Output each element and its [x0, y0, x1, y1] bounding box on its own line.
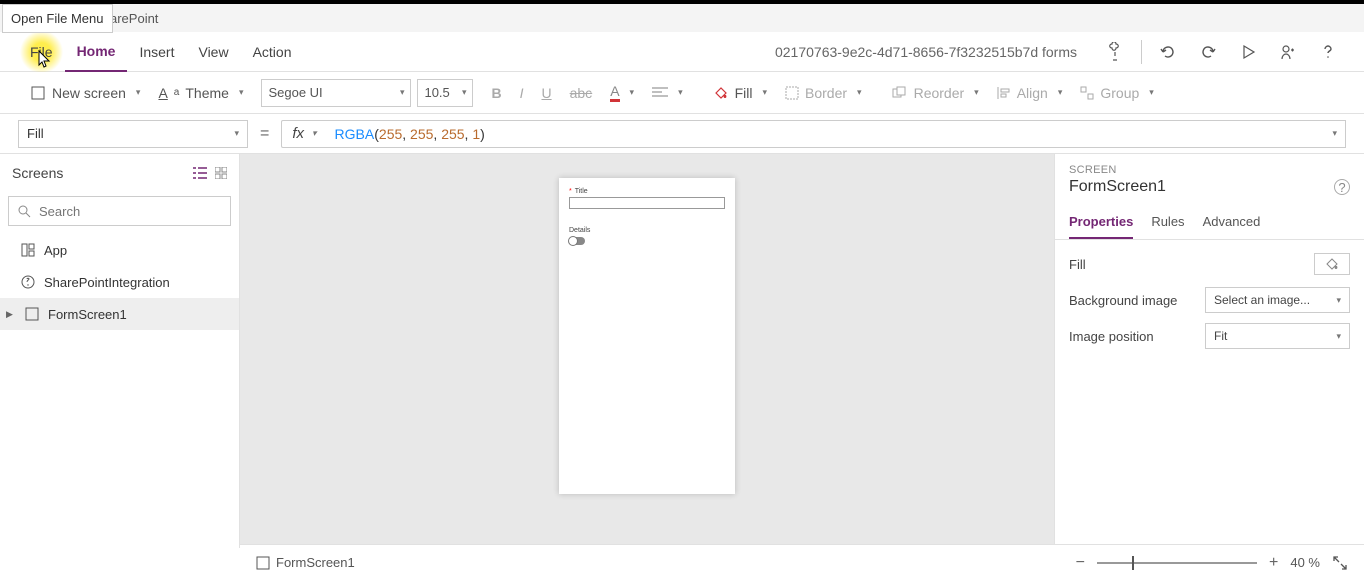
bgimage-select[interactable]: Select an image...▾ — [1205, 287, 1350, 313]
breadcrumb[interactable]: FormScreen1 — [256, 555, 355, 570]
titlebar: arePoint — [0, 4, 1364, 32]
formula-input[interactable]: RGBA(255, 255, 255, 1) ▾ — [327, 120, 1346, 148]
field-title-label: Title — [575, 188, 588, 195]
list-view-icon[interactable] — [193, 167, 207, 179]
screens-title: Screens — [12, 165, 63, 181]
zoom-out-button[interactable]: − — [1076, 554, 1085, 572]
search-input[interactable] — [8, 196, 231, 226]
equals-label: = — [260, 125, 269, 143]
panel-help-icon[interactable]: ? — [1334, 179, 1350, 195]
screen-icon — [24, 307, 40, 321]
menu-insert[interactable]: Insert — [127, 32, 186, 72]
app-icon — [20, 243, 36, 257]
reorder-button[interactable]: Reorder▾ — [886, 81, 985, 105]
theme-button[interactable]: Aa Theme▾ — [152, 81, 249, 105]
bold-button[interactable]: B — [485, 81, 507, 105]
app-id-label: 02170763-9e2c-4d71-8656-7f3232515b7d for… — [775, 44, 1077, 60]
file-menu-tooltip: Open File Menu — [2, 4, 113, 33]
tree-item-formscreen[interactable]: ▶ FormScreen1 — [0, 298, 239, 330]
zoom-slider[interactable] — [1097, 562, 1257, 564]
property-selector[interactable]: Fill▾ — [18, 120, 248, 148]
tree-item-app[interactable]: App — [0, 234, 239, 266]
new-screen-button[interactable]: New screen▾ — [24, 81, 146, 105]
status-bar: FormScreen1 − + 40 % — [240, 544, 1364, 580]
menu-bar: File Home Insert View Action 02170763-9e… — [0, 32, 1364, 72]
menu-file[interactable]: File — [18, 32, 65, 72]
underline-button[interactable]: U — [535, 81, 557, 105]
section-title: FormScreen1 — [1069, 178, 1166, 196]
tab-properties[interactable]: Properties — [1069, 206, 1133, 239]
menu-view[interactable]: View — [186, 32, 240, 72]
help-icon[interactable] — [1310, 34, 1346, 70]
canvas[interactable]: *Title Details — [240, 154, 1054, 548]
formula-bar: Fill▾ = fx▾ RGBA(255, 255, 255, 1) ▾ — [0, 114, 1364, 154]
menu-home[interactable]: Home — [65, 32, 128, 72]
align-button[interactable]: Align▾ — [991, 81, 1069, 105]
align-text-button[interactable]: ▾ — [646, 83, 689, 103]
zoom-in-button[interactable]: + — [1269, 554, 1278, 572]
properties-panel: SCREEN FormScreen1 ? Properties Rules Ad… — [1054, 154, 1364, 548]
undo-icon[interactable] — [1150, 34, 1186, 70]
strike-button[interactable]: abc — [564, 81, 599, 105]
field-details-label: Details — [569, 227, 590, 234]
fx-label[interactable]: fx▾ — [281, 120, 326, 148]
play-icon[interactable] — [1230, 34, 1266, 70]
integration-icon — [20, 275, 36, 289]
ribbon: New screen▾ Aa Theme▾ Segoe UI▾ 10.5▾ B … — [0, 72, 1364, 114]
field-details-toggle[interactable] — [569, 237, 585, 245]
chevron-right-icon[interactable]: ▶ — [6, 309, 16, 320]
form-preview[interactable]: *Title Details — [559, 178, 735, 494]
tab-advanced[interactable]: Advanced — [1203, 206, 1261, 239]
imgpos-select[interactable]: Fit▾ — [1205, 323, 1350, 349]
prop-imgpos-label: Image position — [1069, 329, 1154, 344]
field-title-input[interactable] — [569, 197, 725, 209]
thumb-view-icon[interactable] — [215, 167, 227, 179]
font-combo[interactable]: Segoe UI▾ — [261, 79, 411, 107]
group-button[interactable]: Group▾ — [1074, 81, 1159, 105]
fill-color-swatch[interactable] — [1314, 253, 1350, 275]
prop-bgimage-label: Background image — [1069, 293, 1177, 308]
screen-icon — [256, 556, 270, 570]
menu-action[interactable]: Action — [241, 32, 304, 72]
search-icon — [17, 204, 31, 218]
expand-icon[interactable] — [1332, 555, 1348, 571]
zoom-value: 40 % — [1290, 555, 1320, 570]
app-checker-icon[interactable] — [1097, 34, 1133, 70]
product-name: arePoint — [110, 11, 158, 26]
fill-button[interactable]: Fill▾ — [707, 81, 773, 105]
font-color-button[interactable]: A▾ — [604, 79, 640, 106]
prop-fill-label: Fill — [1069, 257, 1086, 272]
section-type-label: SCREEN — [1055, 154, 1364, 176]
tree-item-sharepoint[interactable]: SharePointIntegration — [0, 266, 239, 298]
share-icon[interactable] — [1270, 34, 1306, 70]
screens-panel: Screens App — [0, 154, 240, 548]
italic-button[interactable]: I — [514, 81, 530, 105]
border-button[interactable]: Border▾ — [779, 81, 868, 105]
font-size-combo[interactable]: 10.5▾ — [417, 79, 473, 107]
redo-icon[interactable] — [1190, 34, 1226, 70]
tab-rules[interactable]: Rules — [1151, 206, 1184, 239]
